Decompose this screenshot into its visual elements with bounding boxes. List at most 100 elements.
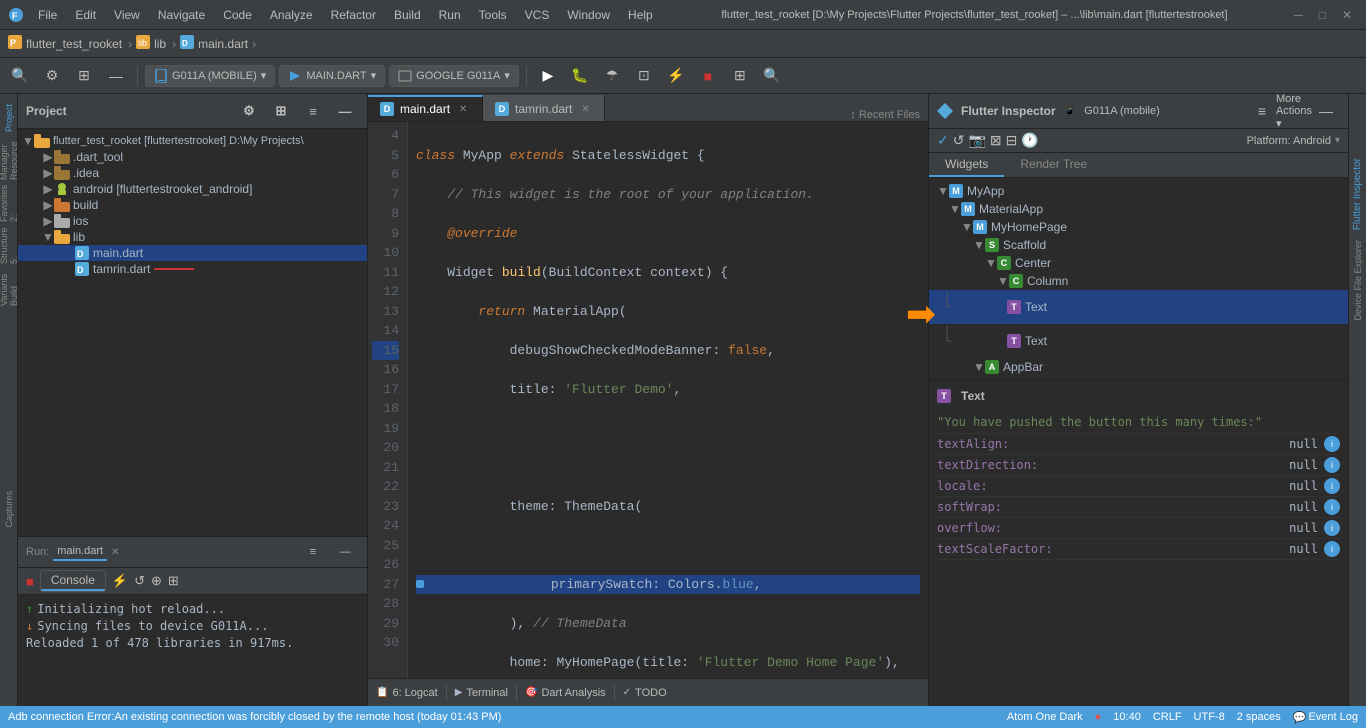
toolbar-search-btn[interactable]: 🔍 [6,63,34,89]
tab-main-dart[interactable]: D main.dart ✕ [368,95,483,121]
tab-tamrin-dart[interactable]: D tamrin.dart ✕ [483,95,605,121]
toolbar-settings-btn[interactable]: ⚙ [38,63,66,89]
sidebar-project-icon[interactable]: Project [1,98,17,138]
menu-tools[interactable]: Tools [471,6,515,24]
coverage-button[interactable]: ☂ [598,63,626,89]
run-button[interactable]: ▶ [534,63,562,89]
terminal-tab[interactable]: Terminal [466,687,508,699]
menu-window[interactable]: Window [559,6,618,24]
wt-appbar[interactable]: ▼ A AppBar [929,358,1348,376]
prop-softwrap-info[interactable]: i [1324,499,1340,515]
prop-textscale-info[interactable]: i [1324,541,1340,557]
tree-root[interactable]: ▼ flutter_test_rooket [fluttertestrooket… [18,133,367,149]
tree-dart-tool[interactable]: ▶ .dart_tool [18,149,367,165]
sidebar-structure-icon[interactable]: 5: Structure [1,224,17,264]
menu-run[interactable]: Run [431,6,469,24]
recent-files-btn[interactable]: ↕ Recent Files [850,109,920,121]
project-gear-btn[interactable]: ≡ [299,98,327,124]
menu-edit[interactable]: Edit [67,6,104,24]
wt-myapp[interactable]: ▼ M MyApp [929,182,1348,200]
wt-center[interactable]: ▼ C Center [929,254,1348,272]
prop-textalign-info[interactable]: i [1324,436,1340,452]
wt-myhomepage[interactable]: ▼ M MyHomePage [929,218,1348,236]
menu-help[interactable]: Help [620,6,661,24]
layout-btn2[interactable]: ⊞ [168,573,179,589]
run-menu-btn[interactable]: ≡ [299,539,327,565]
prop-textdir-info[interactable]: i [1324,457,1340,473]
tree-main-dart[interactable]: D main.dart [18,245,367,261]
prop-overflow-info[interactable]: i [1324,520,1340,536]
tab-main-dart-close[interactable]: ✕ [456,102,470,116]
sidebar-flutter-inspector[interactable]: Flutter Inspector [1350,154,1365,234]
grid-button[interactable]: ⊞ [726,63,754,89]
todo-tab[interactable]: TODO [635,687,667,699]
wt-materialapp[interactable]: ▼ M MaterialApp [929,200,1348,218]
insp-refresh-btn[interactable]: ↺ [953,132,965,149]
profile-button[interactable]: ⊡ [630,63,658,89]
sidebar-device-file-explorer[interactable]: Device File Explorer [1351,236,1365,325]
plus-btn[interactable]: ⊕ [151,573,162,589]
dart-analysis-tab[interactable]: Dart Analysis [541,687,605,699]
target-selector[interactable]: GOOGLE G011A ▾ [389,65,519,87]
tree-lib[interactable]: ▼ lib [18,229,367,245]
inspector-minimize-btn[interactable]: — [1312,98,1340,124]
wt-text-2[interactable]: T Text [929,324,1348,358]
stop-button[interactable]: ■ [694,63,722,89]
lightning-btn[interactable]: ⚡ [112,573,128,589]
event-log-btn[interactable]: 💬 Event Log [1293,711,1358,724]
insp-layout-btn[interactable]: ⊟ [1006,132,1018,149]
menu-build[interactable]: Build [386,6,429,24]
tab-widgets[interactable]: Widgets [929,153,1004,177]
console-tab[interactable]: Console [41,571,105,591]
inspector-menu-btn[interactable]: ≡ [1248,98,1276,124]
sidebar-favorites-icon[interactable]: 2: Favorites [1,182,17,222]
wt-scaffold[interactable]: ▼ S Scaffold [929,236,1348,254]
project-settings-btn[interactable]: ⚙ [235,98,263,124]
menu-vcs[interactable]: VCS [517,6,558,24]
tree-build[interactable]: ▶ build [18,197,367,213]
project-expand-btn[interactable]: ⊞ [267,98,295,124]
menu-refactor[interactable]: Refactor [323,6,384,24]
sidebar-resource-icon[interactable]: Resource Manager [1,140,17,180]
wt-column[interactable]: ▼ C Column [929,272,1348,290]
tab-tamrin-dart-close[interactable]: ✕ [578,102,592,116]
toolbar-layout-btn[interactable]: ⊞ [70,63,98,89]
breadcrumb-project[interactable]: flutter_test_rooket › [26,37,132,51]
device-selector[interactable]: G011A (MOBILE) ▾ [145,65,275,87]
tree-android[interactable]: ▶ android [fluttertestrooket_android] [18,181,367,197]
tree-tamrin-dart[interactable]: D tamrin.dart [18,261,367,277]
run-config-selector[interactable]: MAIN.DART ▾ [279,65,385,87]
menu-navigate[interactable]: Navigate [150,6,213,24]
menu-view[interactable]: View [106,6,148,24]
code-editor[interactable]: 4 5 6 7 8 9 10 11 12 13 14 15 16 17 18 1… [368,122,928,678]
search2-button[interactable]: 🔍 [758,63,786,89]
run-file-tab[interactable]: main.dart [53,543,107,561]
reload-btn[interactable]: ↺ [134,573,145,589]
run-tab-close[interactable]: ✕ [111,547,119,558]
prop-locale-info[interactable]: i [1324,478,1340,494]
code-content[interactable]: class MyApp extends StatelessWidget { //… [408,122,928,678]
toolbar-close-btn[interactable]: — [102,63,130,89]
insp-check-btn[interactable]: ✓ [937,132,949,149]
tree-idea[interactable]: ▶ .idea [18,165,367,181]
captures-tab[interactable]: Captures [0,491,18,528]
menu-analyze[interactable]: Analyze [262,6,321,24]
minimize-button[interactable]: ─ [1288,8,1309,22]
maximize-button[interactable]: □ [1313,8,1332,22]
close-button[interactable]: ✕ [1336,8,1358,22]
breadcrumb-file[interactable]: main.dart [198,37,248,51]
menu-file[interactable]: File [30,6,65,24]
menu-code[interactable]: Code [215,6,260,24]
platform-selector[interactable]: Platform: Android ▾ [1247,135,1340,147]
sidebar-variants-icon[interactable]: Build Variants [1,266,17,306]
debug-button[interactable]: 🐛 [566,63,594,89]
hot-reload-button[interactable]: ⚡ [662,63,690,89]
insp-camera-btn[interactable]: 📷 [968,132,985,149]
insp-select-btn[interactable]: ⊠ [990,132,1002,149]
run-minimize-btn[interactable]: — [331,539,359,565]
inspector-more-btn[interactable]: More Actions ▾ [1280,98,1308,124]
project-minimize-btn[interactable]: — [331,98,359,124]
tab-render-tree[interactable]: Render Tree [1004,153,1103,177]
breadcrumb-lib[interactable]: lib › [154,37,176,51]
insp-time-btn[interactable]: 🕐 [1021,132,1038,149]
